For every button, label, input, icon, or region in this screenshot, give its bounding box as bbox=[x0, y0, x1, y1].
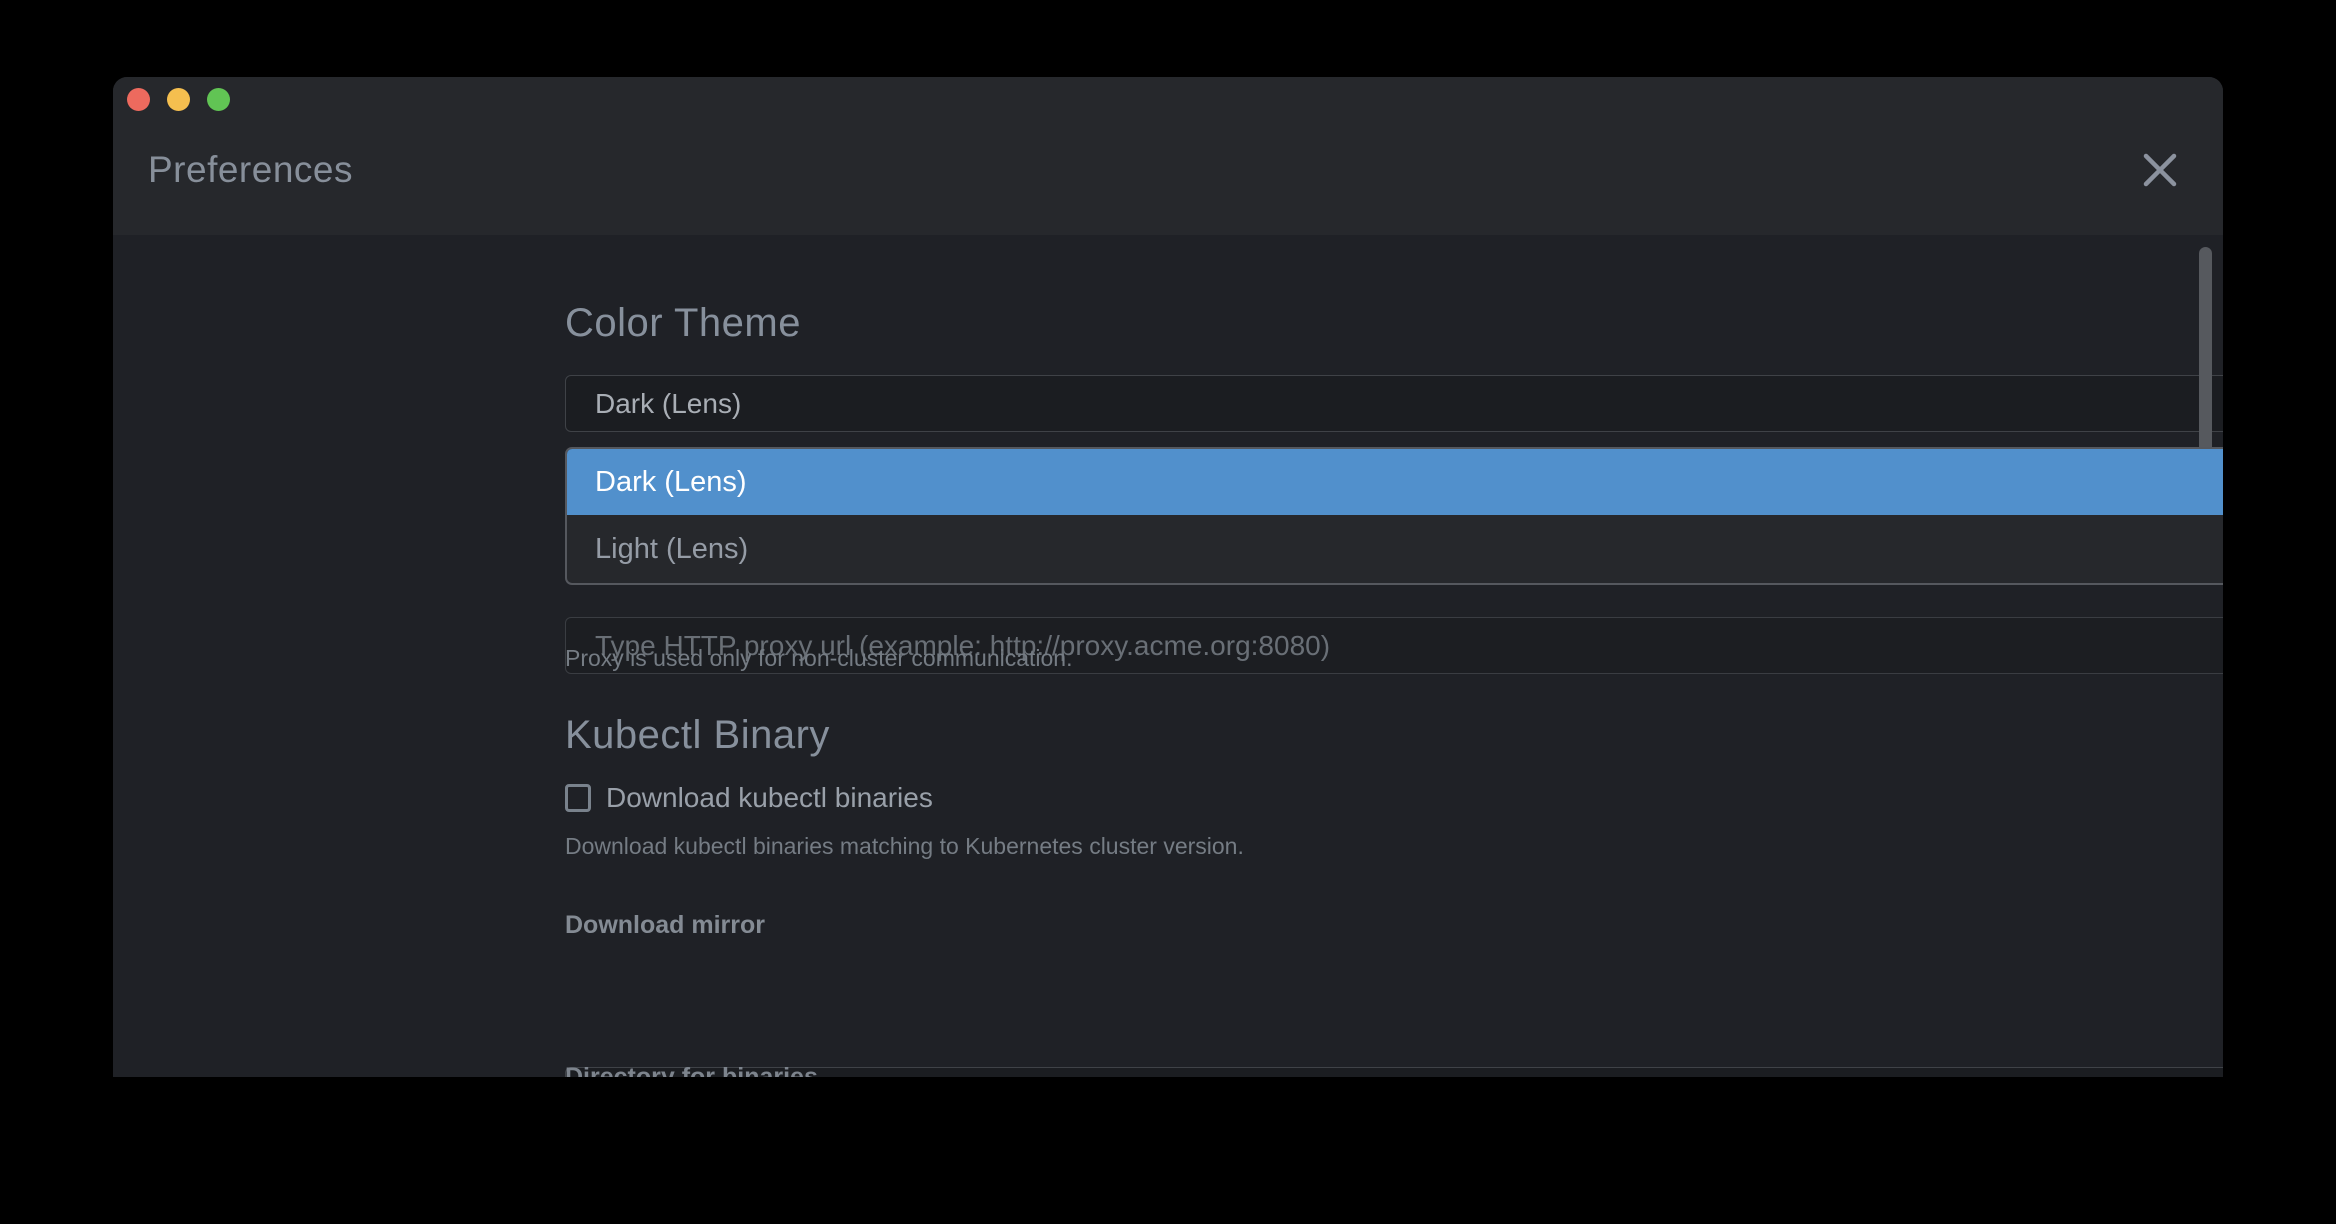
kubectl-description: Download kubectl binaries matching to Ku… bbox=[565, 833, 1745, 860]
download-mirror-label: Download mirror bbox=[565, 911, 1745, 940]
dropdown-option-light[interactable]: Light (Lens) bbox=[567, 515, 2223, 583]
preferences-content: Color Theme Dark (Lens) Type HTTP proxy … bbox=[113, 235, 2223, 1077]
color-theme-select-value: Dark (Lens) bbox=[595, 388, 741, 420]
traffic-zoom-button[interactable] bbox=[207, 88, 230, 111]
dropdown-option-dark[interactable]: Dark (Lens) bbox=[567, 449, 2223, 515]
directory-binaries-label: Directory for binaries bbox=[565, 1063, 1745, 1077]
traffic-minimize-button[interactable] bbox=[167, 88, 190, 111]
preferences-window: Preferences Color Theme Dark (Lens) Type… bbox=[113, 77, 2223, 1077]
color-theme-select[interactable]: Dark (Lens) bbox=[565, 375, 2223, 432]
download-kubectl-checkbox-row[interactable]: Download kubectl binaries bbox=[565, 782, 1745, 814]
checkbox-unchecked-icon[interactable] bbox=[565, 784, 591, 812]
traffic-close-button[interactable] bbox=[127, 88, 150, 111]
page-title: Preferences bbox=[148, 149, 353, 191]
download-kubectl-label: Download kubectl binaries bbox=[606, 782, 933, 814]
traffic-lights bbox=[127, 88, 230, 111]
close-button[interactable] bbox=[2135, 145, 2185, 195]
color-theme-heading: Color Theme bbox=[565, 301, 1745, 346]
titlebar: Preferences bbox=[113, 77, 2223, 235]
kubectl-binary-heading: Kubectl Binary bbox=[565, 713, 1745, 758]
color-theme-dropdown: Dark (Lens) Light (Lens) bbox=[565, 447, 2223, 585]
close-icon bbox=[2140, 150, 2180, 190]
proxy-description: Proxy is used only for non-cluster commu… bbox=[565, 645, 1745, 672]
